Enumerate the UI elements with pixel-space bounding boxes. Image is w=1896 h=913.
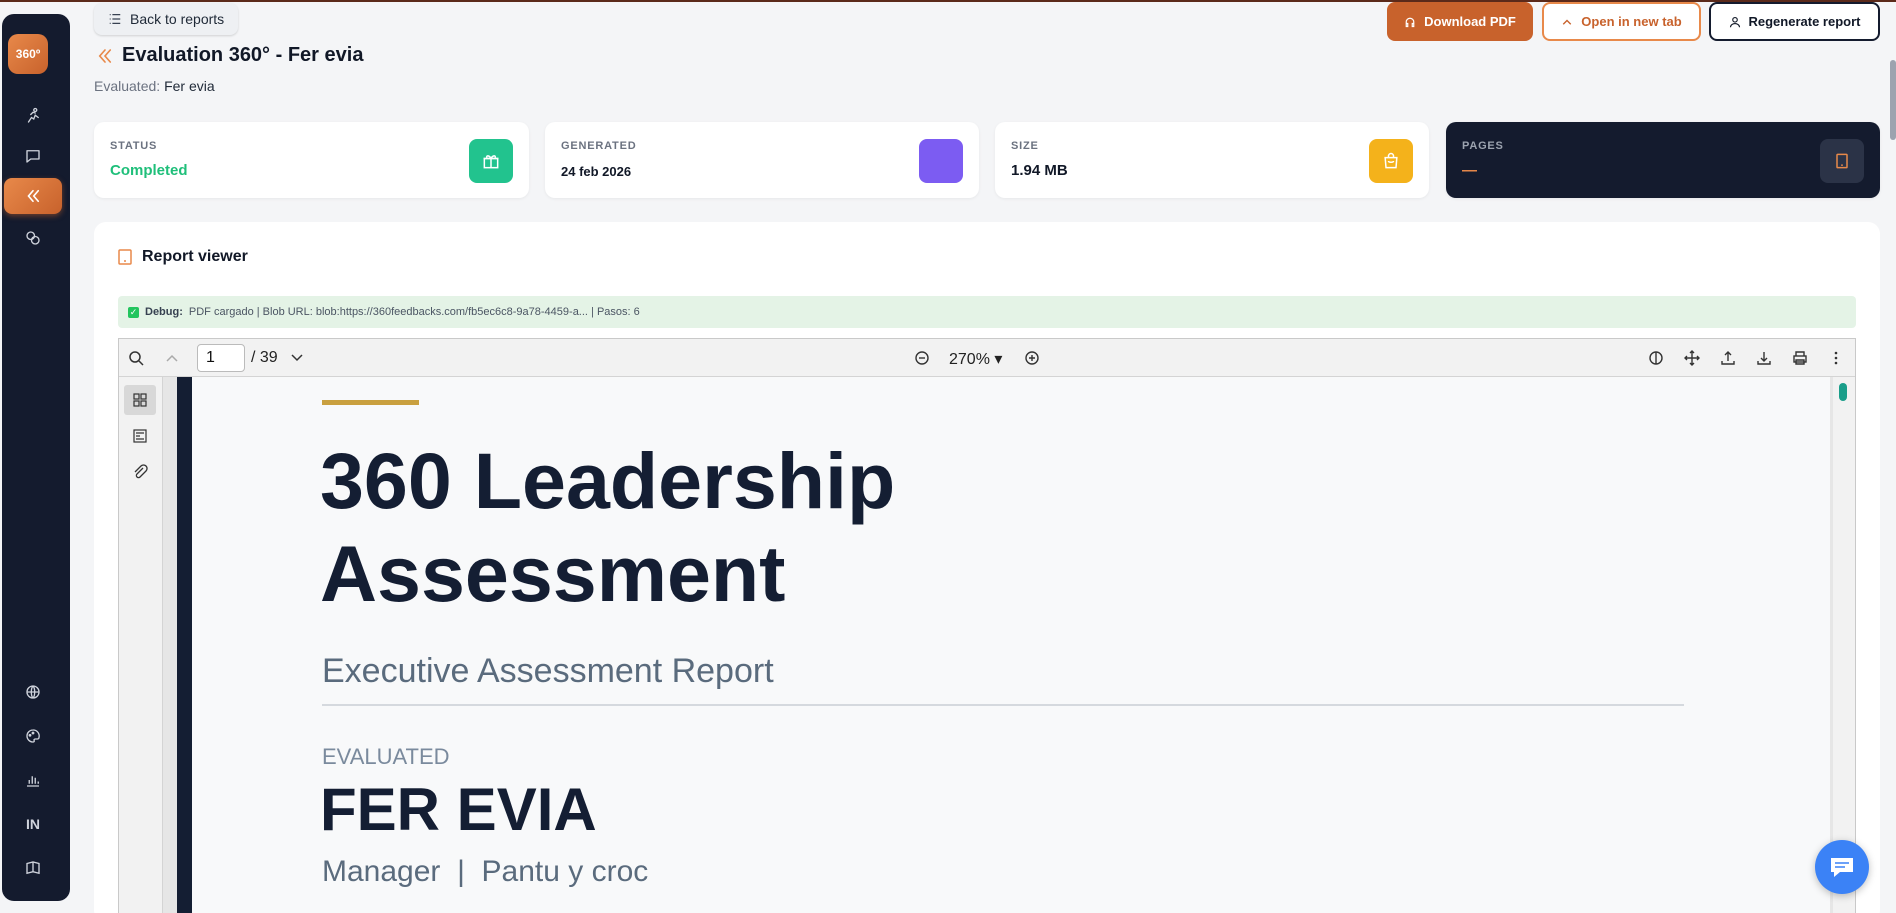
page-total: / 39 bbox=[251, 349, 278, 366]
linkedin-icon: IN bbox=[26, 816, 40, 832]
open-new-tab-button[interactable]: Open in new tab bbox=[1542, 2, 1701, 41]
sidebar-item-theme[interactable] bbox=[4, 718, 62, 754]
generated-card: GENERATED 24 feb 2026 bbox=[545, 122, 979, 198]
regenerate-label: Regenerate report bbox=[1748, 14, 1861, 29]
thumbnails-icon[interactable] bbox=[124, 385, 156, 415]
app-logo[interactable]: 360º bbox=[8, 34, 48, 74]
sidebar: 360º IN bbox=[2, 14, 70, 901]
sidebar-item-activity[interactable] bbox=[4, 98, 62, 134]
chevron-down-icon[interactable] bbox=[288, 349, 306, 367]
user-icon bbox=[1729, 16, 1740, 27]
pages-label: PAGES bbox=[1462, 140, 1504, 152]
pdf-toolbar: 1 / 39 270% ▾ bbox=[119, 339, 1855, 377]
debug-label: Debug: bbox=[145, 306, 183, 318]
viewer-title-text: Report viewer bbox=[142, 248, 248, 265]
chat-icon bbox=[26, 150, 40, 163]
chat-bubble-icon bbox=[1831, 858, 1853, 877]
evaluated-heading: EVALUATED bbox=[322, 744, 450, 769]
accent-line bbox=[322, 400, 419, 405]
debug-text: PDF cargado | Blob URL: blob:https://360… bbox=[188, 306, 640, 318]
title-row: Evaluation 360° - Fer evia bbox=[96, 44, 363, 67]
headphones-icon bbox=[1405, 17, 1415, 27]
document-icon bbox=[1820, 139, 1864, 183]
move-icon[interactable] bbox=[1683, 349, 1701, 367]
zoom-in-icon[interactable] bbox=[1023, 349, 1041, 367]
pdf-viewer: 1 / 39 270% ▾ 360 Leadership Assessment … bbox=[118, 338, 1856, 913]
sidebar-item-docs[interactable] bbox=[4, 850, 62, 886]
pdf-page: 360 Leadership Assessment Executive Asse… bbox=[177, 377, 1830, 913]
attachment-icon[interactable] bbox=[124, 457, 156, 487]
zoom-select[interactable]: 270% ▾ bbox=[949, 349, 1002, 369]
outline-icon[interactable] bbox=[124, 421, 156, 451]
pages-card: PAGES — bbox=[1446, 122, 1880, 198]
double-chevron-left-icon[interactable] bbox=[96, 47, 114, 65]
check-icon: ✓ bbox=[128, 306, 139, 318]
bag-icon bbox=[1369, 139, 1413, 183]
evaluated-role: Manager | Pantu y croc bbox=[322, 855, 649, 888]
back-label: Back to reports bbox=[130, 11, 225, 27]
document-title-line2: Assessment bbox=[320, 529, 786, 618]
report-viewer-title: Report viewer bbox=[118, 248, 248, 266]
generated-value: 24 feb 2026 bbox=[561, 164, 632, 179]
page-scrollbar[interactable] bbox=[1890, 60, 1896, 140]
debug-banner: ✓ Debug: PDF cargado | Blob URL: blob:ht… bbox=[118, 296, 1856, 328]
document-icon bbox=[118, 249, 132, 265]
back-to-reports-button[interactable]: Back to reports bbox=[94, 3, 239, 35]
more-options-icon[interactable] bbox=[1827, 349, 1845, 367]
document-title: 360 Leadership Assessment bbox=[320, 434, 1120, 620]
sidebar-item-messages[interactable] bbox=[4, 138, 62, 174]
open-label: Open in new tab bbox=[1581, 14, 1682, 29]
evaluated-name: Fer evia bbox=[164, 78, 215, 94]
status-label: STATUS bbox=[110, 140, 158, 152]
globe-icon bbox=[26, 685, 40, 699]
size-value: 1.94 MB bbox=[1011, 162, 1068, 179]
zoom-out-icon[interactable] bbox=[913, 349, 931, 367]
status-card: STATUS Completed bbox=[94, 122, 529, 198]
run-icon bbox=[27, 107, 39, 123]
download-label: Download PDF bbox=[1424, 14, 1516, 29]
chevron-up-icon[interactable] bbox=[163, 349, 181, 367]
sidebar-item-billing[interactable] bbox=[4, 220, 62, 256]
rotate-icon[interactable] bbox=[1647, 349, 1665, 367]
coins-icon bbox=[26, 231, 40, 245]
download-pdf-button[interactable]: Download PDF bbox=[1387, 2, 1533, 41]
double-chevron-left-icon bbox=[27, 189, 40, 203]
page-number-input[interactable]: 1 bbox=[197, 344, 245, 372]
status-value: Completed bbox=[110, 162, 188, 179]
regenerate-report-button[interactable]: Regenerate report bbox=[1709, 2, 1880, 41]
document-subtitle: Executive Assessment Report bbox=[322, 652, 774, 690]
document-title-line1: 360 Leadership bbox=[320, 436, 896, 525]
zoom-value: 270% bbox=[949, 351, 990, 368]
page-edge-bar bbox=[177, 377, 192, 913]
pages-value: — bbox=[1462, 162, 1477, 179]
sidebar-item-globe[interactable] bbox=[4, 674, 62, 710]
generated-label: GENERATED bbox=[561, 140, 637, 152]
evaluated-line: Evaluated: Fer evia bbox=[94, 78, 215, 94]
list-icon bbox=[109, 14, 121, 24]
upload-icon[interactable] bbox=[1719, 349, 1737, 367]
bar-chart-icon bbox=[27, 776, 39, 787]
size-label: SIZE bbox=[1011, 140, 1039, 152]
chevron-up-icon bbox=[1563, 19, 1572, 25]
book-icon bbox=[26, 861, 40, 875]
page-title: Evaluation 360° - Fer evia bbox=[122, 44, 364, 66]
download-icon[interactable] bbox=[1755, 349, 1773, 367]
palette-icon bbox=[26, 729, 40, 743]
evaluated-person-name: FER EVIA bbox=[320, 776, 597, 843]
evaluated-prefix: Evaluated: bbox=[94, 78, 161, 94]
gift-icon bbox=[469, 139, 513, 183]
blank-icon bbox=[919, 139, 963, 183]
search-icon[interactable] bbox=[127, 349, 145, 367]
pdf-scrollbar[interactable] bbox=[1833, 377, 1855, 913]
sidebar-item-analytics[interactable] bbox=[4, 762, 62, 798]
size-card: SIZE 1.94 MB bbox=[995, 122, 1429, 198]
divider bbox=[322, 704, 1684, 706]
chat-widget-button[interactable] bbox=[1815, 840, 1869, 894]
sidebar-item-reports[interactable] bbox=[4, 178, 62, 214]
sidebar-item-linkedin[interactable]: IN bbox=[4, 806, 62, 842]
report-viewer-panel: Report viewer ✓ Debug: PDF cargado | Blo… bbox=[94, 222, 1880, 913]
pdf-sidebar bbox=[119, 377, 163, 913]
scroll-thumb[interactable] bbox=[1839, 383, 1847, 401]
print-icon[interactable] bbox=[1791, 349, 1809, 367]
